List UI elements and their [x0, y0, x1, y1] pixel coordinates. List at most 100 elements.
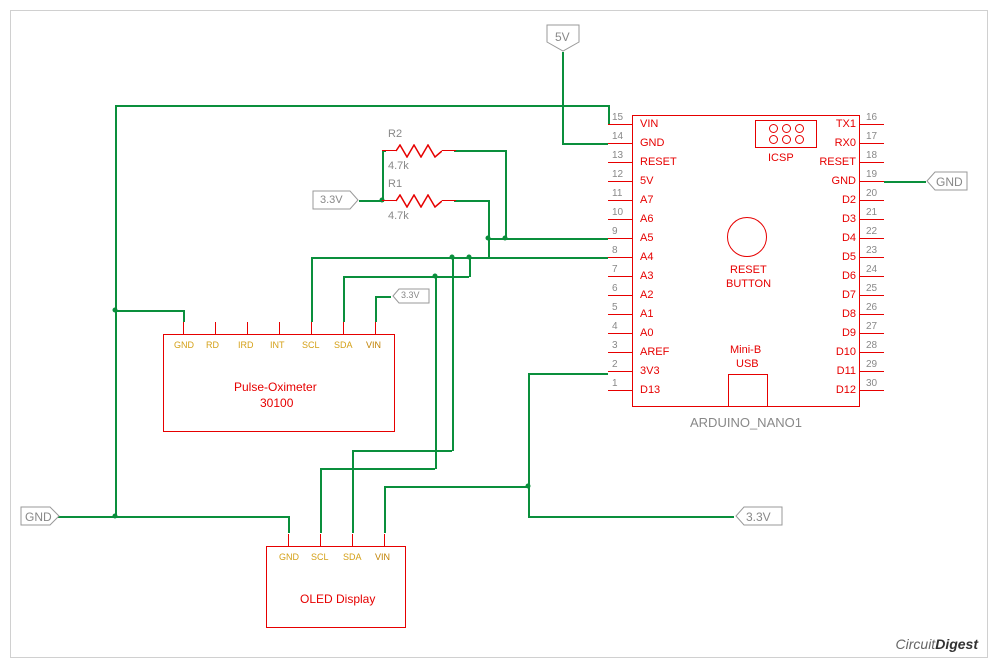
arduino-pin-line	[608, 390, 632, 391]
resistor-r2	[384, 142, 454, 158]
arduino-pin-label: D12	[816, 384, 856, 396]
arduino-pin-num: 6	[612, 283, 618, 294]
arduino-pin-line	[860, 124, 884, 125]
wire	[115, 105, 608, 107]
arduino-pin-line	[860, 371, 884, 372]
pulse-pin-label: GND	[174, 340, 194, 350]
wire	[384, 486, 386, 533]
wire	[288, 516, 290, 533]
wire	[311, 257, 313, 322]
wire	[311, 257, 488, 259]
arduino-pin-num: 29	[866, 359, 877, 370]
wire	[528, 373, 530, 517]
pulse-pin-label: VIN	[366, 340, 381, 350]
arduino-pin-num: 27	[866, 321, 877, 332]
wire	[115, 516, 288, 518]
arduino-pin-line	[608, 162, 632, 163]
junction	[486, 236, 491, 241]
arduino-pin-num: 21	[866, 207, 877, 218]
arduino-pin-num: 16	[866, 112, 877, 123]
arduino-pin-line	[860, 276, 884, 277]
arduino-pin-num: 22	[866, 226, 877, 237]
arduino-pin-line	[608, 314, 632, 315]
pin-line	[384, 534, 385, 546]
wire	[488, 200, 490, 239]
arduino-pin-num: 9	[612, 226, 618, 237]
pulse-pin-label: IRD	[238, 340, 254, 350]
arduino-pin-line	[860, 162, 884, 163]
arduino-pin-line	[860, 314, 884, 315]
arduino-pin-label: D3	[816, 213, 856, 225]
arduino-instance: ARDUINO_NANO1	[690, 415, 802, 430]
pulse-pin-label: SCL	[302, 340, 320, 350]
arduino-pin-num: 17	[866, 131, 877, 142]
r2-ref: R2	[388, 128, 402, 140]
arduino-pin-num: 14	[612, 131, 623, 142]
pulse-pin-label: INT	[270, 340, 285, 350]
net-tag-gnd-left: GND	[25, 510, 52, 524]
wire	[608, 105, 610, 124]
reset-label2: BUTTON	[726, 278, 771, 290]
arduino-pin-label: A3	[640, 270, 653, 282]
arduino-pin-line	[860, 219, 884, 220]
arduino-pin-label: A0	[640, 327, 653, 339]
arduino-pin-line	[608, 333, 632, 334]
pulse-pin-label: RD	[206, 340, 219, 350]
arduino-pin-label: D5	[816, 251, 856, 263]
oled-pin-label: GND	[279, 552, 299, 562]
arduino-pin-num: 3	[612, 340, 618, 351]
junction	[113, 308, 118, 313]
wire	[562, 143, 608, 145]
arduino-pin-label: D11	[816, 365, 856, 377]
arduino-pin-label: A1	[640, 308, 653, 320]
arduino-pin-num: 1	[612, 378, 618, 389]
pin-line	[279, 322, 280, 334]
wire	[528, 373, 608, 375]
arduino-pin-num: 4	[612, 321, 618, 332]
wire	[435, 276, 437, 469]
arduino-pin-line	[860, 257, 884, 258]
net-tag-3v3-right: 3.3V	[746, 510, 771, 524]
pin-line	[311, 322, 312, 334]
wire	[320, 468, 322, 533]
arduino-pin-num: 24	[866, 264, 877, 275]
arduino-pin-line	[860, 143, 884, 144]
junction	[450, 255, 455, 260]
wire	[884, 181, 926, 183]
arduino-pin-line	[608, 124, 632, 125]
pin-line	[183, 322, 184, 334]
oled-pin-label: SCL	[311, 552, 329, 562]
pin-line	[343, 322, 344, 334]
usb-label2: USB	[736, 358, 759, 370]
arduino-pin-line	[608, 238, 632, 239]
net-tag-3v3-small: 3.3V	[401, 290, 420, 300]
arduino-pin-line	[608, 295, 632, 296]
wire	[343, 276, 345, 322]
arduino-pin-num: 18	[866, 150, 877, 161]
junction	[503, 236, 508, 241]
arduino-pin-line	[860, 390, 884, 391]
arduino-pin-line	[860, 181, 884, 182]
junction	[467, 255, 472, 260]
arduino-pin-line	[608, 276, 632, 277]
arduino-pin-line	[860, 352, 884, 353]
net-tag-5v: 5V	[555, 30, 570, 44]
watermark: CircuitDigest	[896, 636, 978, 652]
wire	[528, 516, 734, 518]
arduino-pin-line	[608, 352, 632, 353]
wire	[454, 200, 488, 202]
arduino-pin-label: 3V3	[640, 365, 660, 377]
arduino-pin-num: 2	[612, 359, 618, 370]
arduino-pin-label: D8	[816, 308, 856, 320]
arduino-pin-label: GND	[640, 137, 664, 149]
arduino-pin-label: A2	[640, 289, 653, 301]
arduino-pin-num: 10	[612, 207, 623, 218]
wire	[375, 296, 377, 322]
arduino-pin-num: 26	[866, 302, 877, 313]
arduino-pin-label: A4	[640, 251, 653, 263]
wire	[452, 257, 454, 451]
wire	[183, 310, 185, 322]
pin-line	[215, 322, 216, 334]
arduino-pin-num: 7	[612, 264, 618, 275]
arduino-pin-line	[608, 219, 632, 220]
